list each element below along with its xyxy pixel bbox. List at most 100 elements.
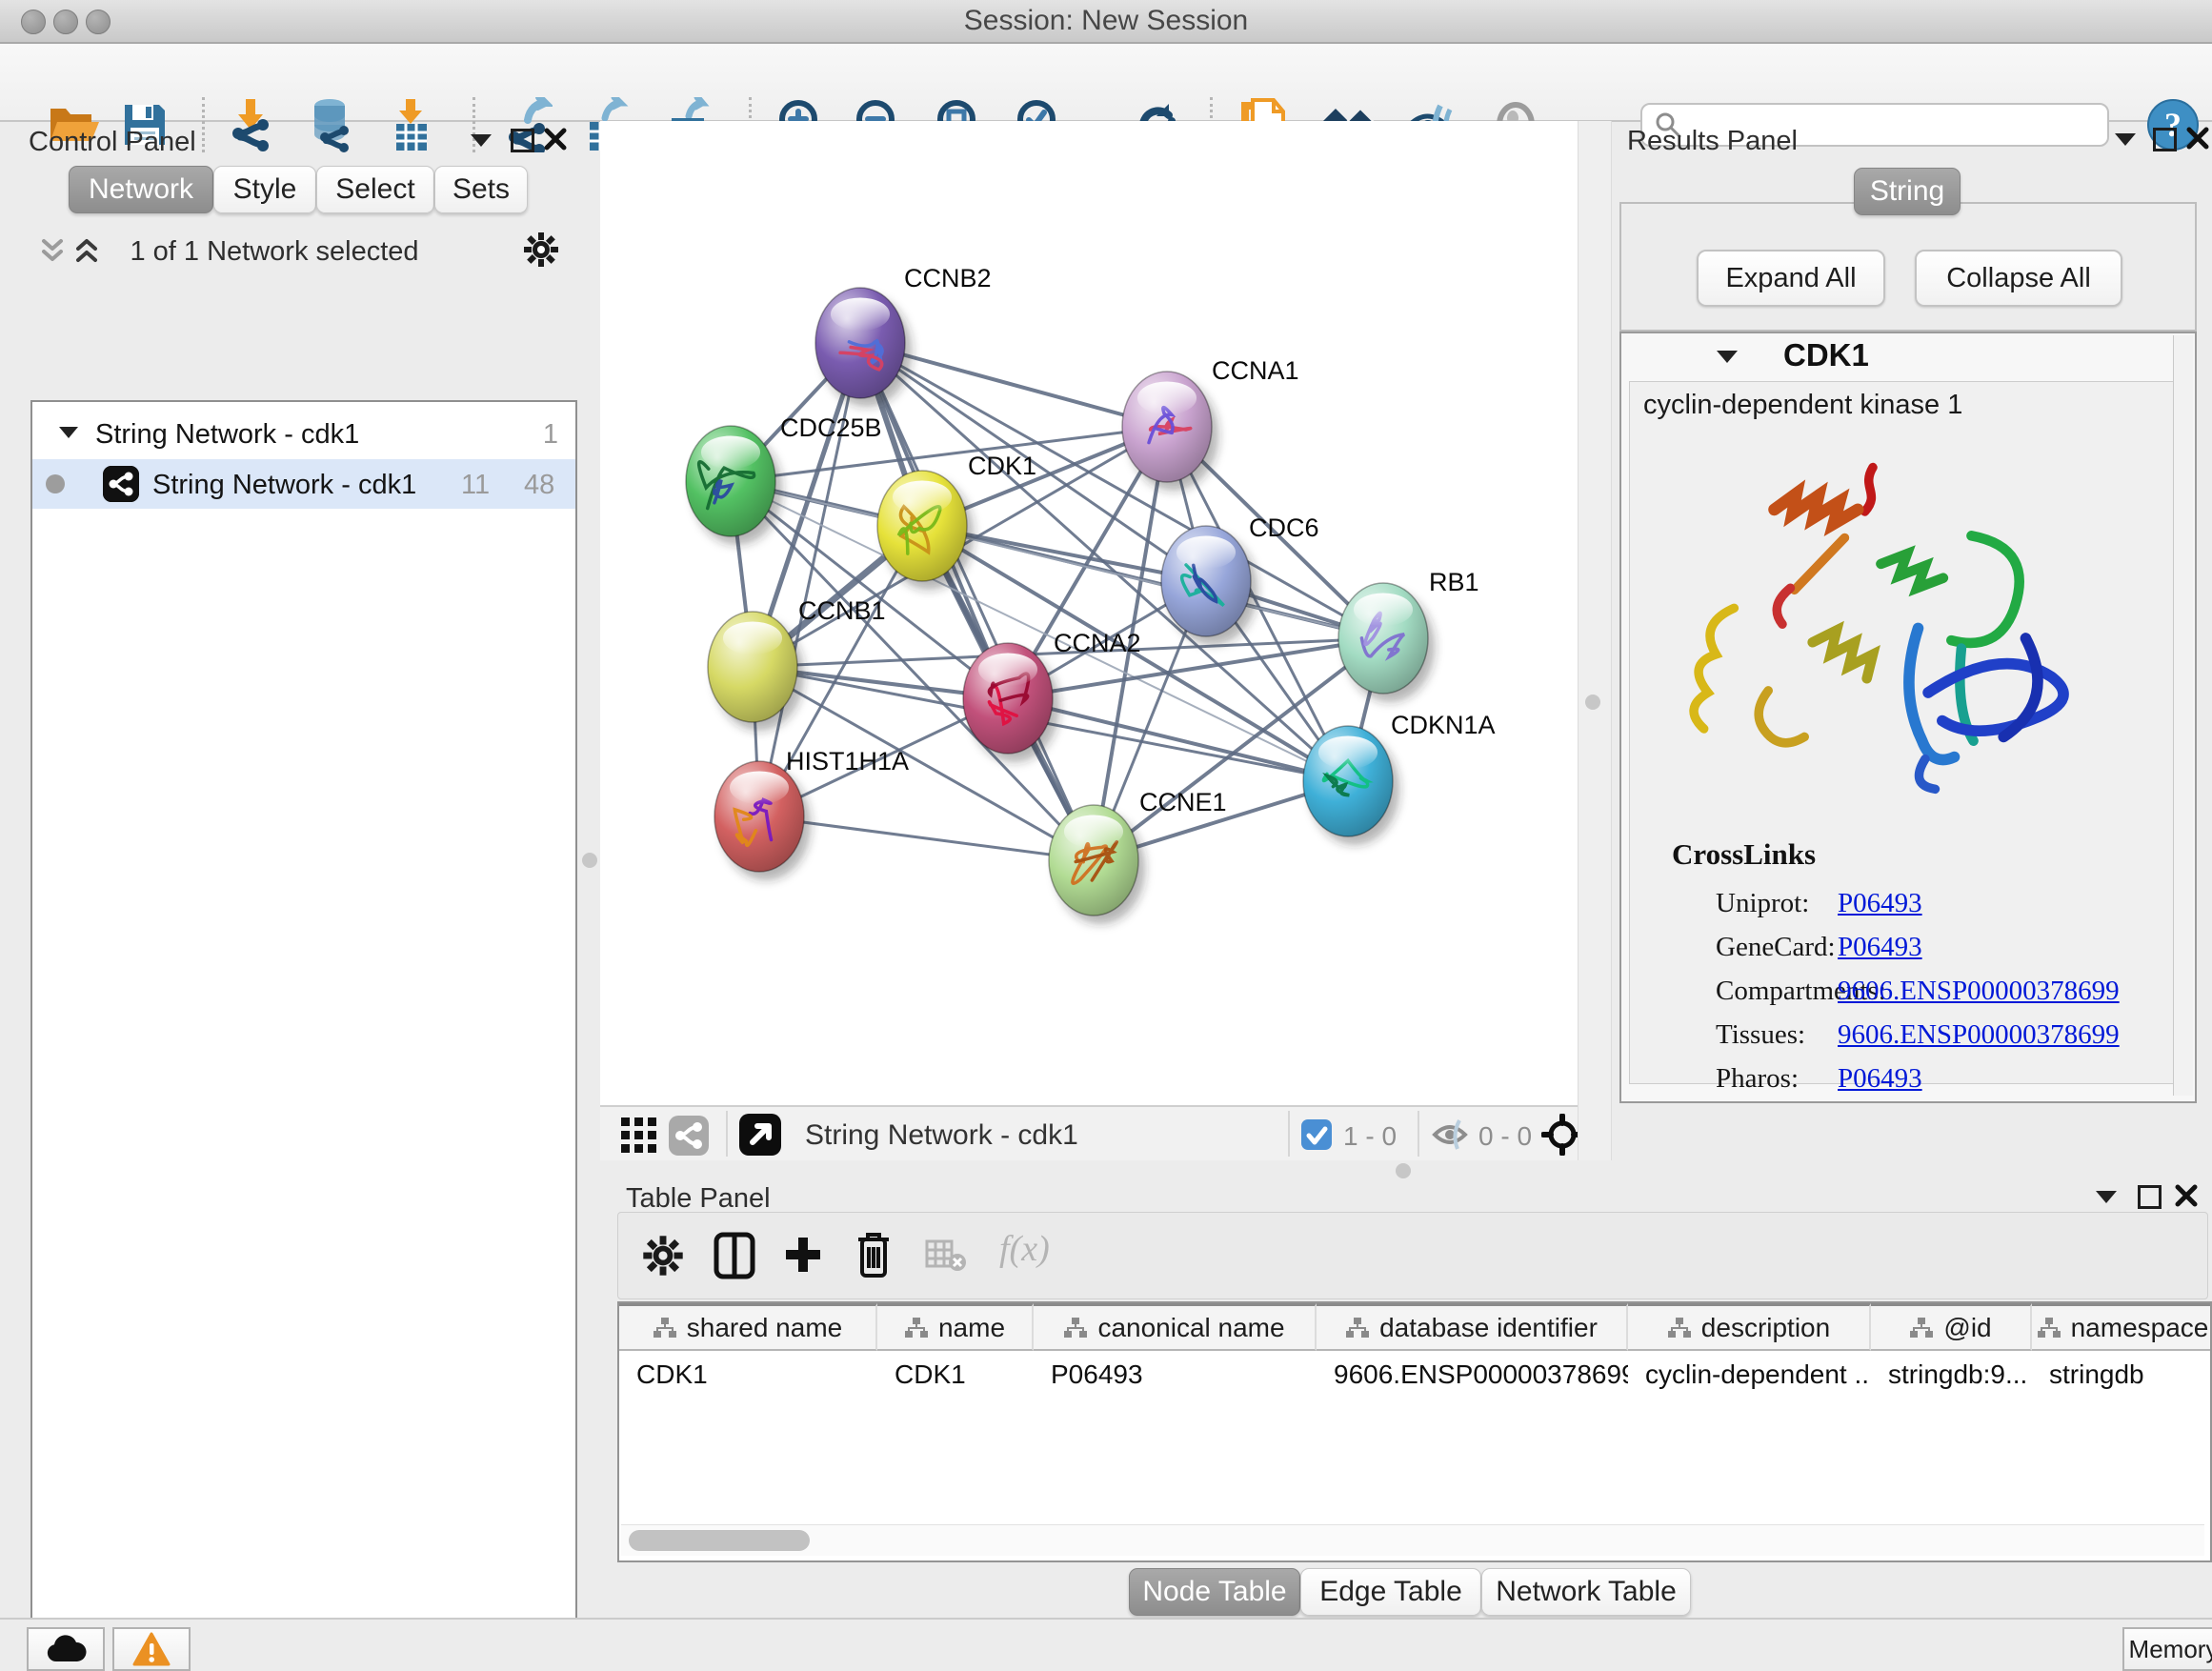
close-window-button[interactable] — [21, 10, 46, 34]
network-row-label: String Network - cdk1 — [152, 470, 416, 501]
network-selection-summary: 1 of 1 Network selected — [112, 236, 436, 268]
network-node-CCNA2[interactable] — [963, 643, 1059, 762]
table-cell[interactable]: CDK1 — [619, 1353, 877, 1397]
network-collection-row[interactable]: String Network - cdk1 1 — [32, 410, 575, 459]
tab-style[interactable]: Style — [213, 166, 316, 213]
expand-all-networks-icon[interactable] — [70, 234, 103, 267]
collapse-collection-icon[interactable] — [59, 427, 78, 438]
column-header-description[interactable]: description — [1628, 1303, 1871, 1351]
horizontal-splitter-handle[interactable] — [1396, 1163, 1411, 1178]
tab-select[interactable]: Select — [316, 166, 434, 213]
close-panel-icon[interactable] — [2174, 1183, 2199, 1208]
tissues-link[interactable]: 9606.ENSP00000378699 — [1838, 1019, 2120, 1050]
node-label-RB1: RB1 — [1429, 568, 1479, 596]
network-node-CDK1[interactable] — [877, 471, 974, 590]
network-node-CCNE1[interactable] — [1049, 805, 1145, 924]
node-label-CDKN1A: CDKN1A — [1391, 711, 1496, 739]
minimize-window-button[interactable] — [53, 10, 78, 34]
string-network-icon — [103, 466, 139, 502]
application-window: Session: New Session — [0, 0, 2212, 1671]
add-column-icon[interactable] — [782, 1234, 824, 1276]
hidden-count: 0 - 0 — [1478, 1121, 1532, 1152]
column-header-name[interactable]: name — [877, 1303, 1034, 1351]
selected-checkbox-icon[interactable] — [1301, 1119, 1332, 1150]
results-panel: Results Panel String Expand All Collapse… — [1610, 121, 2212, 1160]
protein-structure-image — [1668, 439, 2078, 801]
table-cell[interactable]: P06493 — [1034, 1353, 1317, 1397]
table-horizontal-scrollbar[interactable] — [621, 1524, 2204, 1556]
close-panel-icon[interactable] — [543, 127, 568, 151]
table-settings-gear-icon[interactable] — [641, 1234, 685, 1278]
column-header-id[interactable]: @id — [1871, 1303, 2032, 1351]
hidden-eye-slash-icon[interactable] — [1431, 1118, 1469, 1151]
column-header-database-identifier[interactable]: database identifier — [1317, 1303, 1628, 1351]
tab-network-table[interactable]: Network Table — [1481, 1568, 1691, 1616]
network-node-CCNA1[interactable] — [1122, 372, 1218, 491]
network-view-toolbar: String Network - cdk1 1 - 0 0 - 0 — [600, 1105, 1578, 1162]
node-label-CCNE1: CCNE1 — [1139, 788, 1227, 816]
show-columns-icon[interactable] — [714, 1232, 755, 1279]
crosslinks-values: P06493 P06493 9606.ENSP00000378699 9606.… — [1838, 881, 2120, 1100]
collapse-all-networks-icon[interactable] — [36, 234, 69, 267]
right-splitter-handle[interactable] — [1585, 695, 1600, 710]
panel-menu-icon[interactable] — [2115, 133, 2136, 146]
uniprot-link[interactable]: P06493 — [1838, 888, 1922, 918]
tab-edge-table[interactable]: Edge Table — [1300, 1568, 1481, 1616]
table-cell[interactable]: CDK1 — [877, 1353, 1034, 1397]
table-cell[interactable]: cyclin-dependent ... — [1628, 1353, 1871, 1397]
cloud-icon — [45, 1635, 87, 1663]
main-toolbar: ? — [0, 44, 2212, 122]
network-graph[interactable]: CCNB2CCNA1CDC25BCDK1CDC6RB1CCNB1CCNA2CDK… — [600, 121, 1578, 1105]
network-node-CDKN1A[interactable] — [1303, 726, 1399, 845]
network-node-CCNB2[interactable] — [815, 288, 912, 407]
node-label-CDC6: CDC6 — [1249, 513, 1319, 542]
open-in-window-button[interactable] — [739, 1114, 781, 1156]
collapse-gene-section-icon[interactable] — [1717, 351, 1738, 363]
panel-menu-icon[interactable] — [2096, 1191, 2117, 1203]
close-panel-icon[interactable] — [2185, 126, 2210, 151]
network-canvas[interactable]: CCNB2CCNA1CDC25BCDK1CDC6RB1CCNB1CCNA2CDK… — [600, 121, 1578, 1105]
collapse-all-button[interactable]: Collapse All — [1915, 250, 2122, 307]
column-header-shared-name[interactable]: shared name — [619, 1303, 877, 1351]
float-panel-icon[interactable] — [511, 129, 534, 152]
birds-eye-grid-icon[interactable] — [621, 1117, 657, 1154]
network-options-gear-icon[interactable] — [522, 231, 560, 269]
string-view-icon[interactable] — [669, 1116, 709, 1156]
tab-node-table[interactable]: Node Table — [1129, 1568, 1300, 1616]
tab-sets[interactable]: Sets — [434, 166, 528, 213]
table-cell[interactable]: stringdb — [2032, 1353, 2212, 1397]
network-node-HIST1H1A[interactable] — [714, 761, 811, 880]
compartments-link[interactable]: 9606.ENSP00000378699 — [1838, 976, 2120, 1006]
expand-all-button[interactable]: Expand All — [1697, 250, 1885, 307]
float-panel-icon[interactable] — [2138, 1185, 2162, 1209]
pharos-link[interactable]: P06493 — [1838, 1063, 1922, 1094]
column-header-namespace[interactable]: namespace — [2032, 1303, 2212, 1351]
network-node-RB1[interactable] — [1338, 583, 1435, 702]
collection-count: 1 — [543, 419, 558, 451]
float-panel-icon[interactable] — [2153, 128, 2177, 151]
network-row-selected[interactable]: String Network - cdk1 11 48 — [32, 459, 575, 509]
genecard-link[interactable]: P06493 — [1838, 932, 1922, 962]
tab-network[interactable]: Network — [69, 166, 213, 213]
table-cell[interactable]: stringdb:9... — [1871, 1353, 2032, 1397]
warnings-button[interactable] — [112, 1627, 191, 1671]
status-bar: Memory — [0, 1618, 2212, 1671]
network-results-splitter[interactable] — [1578, 121, 1612, 1160]
results-scrollbar[interactable] — [2173, 335, 2193, 1096]
table-panel-title: Table Panel — [626, 1183, 771, 1215]
panel-menu-icon[interactable] — [471, 134, 492, 147]
zoom-window-button[interactable] — [86, 10, 111, 34]
scrollbar-thumb[interactable] — [629, 1530, 810, 1551]
footer-separator — [726, 1111, 728, 1157]
network-node-CCNB1[interactable] — [708, 612, 804, 731]
column-header-canonical-name[interactable]: canonical name — [1034, 1303, 1317, 1351]
node-label-CDC25B: CDC25B — [780, 413, 882, 442]
delete-column-icon[interactable] — [855, 1230, 893, 1279]
node-label-HIST1H1A: HIST1H1A — [786, 747, 909, 775]
memory-button[interactable]: Memory — [2122, 1627, 2212, 1671]
node-label-CCNB1: CCNB1 — [798, 596, 886, 625]
table-cell[interactable]: 9606.ENSP00000378699 — [1317, 1353, 1628, 1397]
cloud-status-button[interactable] — [27, 1627, 105, 1671]
left-splitter-handle[interactable] — [582, 853, 597, 868]
tab-string-results[interactable]: String — [1854, 168, 1961, 215]
